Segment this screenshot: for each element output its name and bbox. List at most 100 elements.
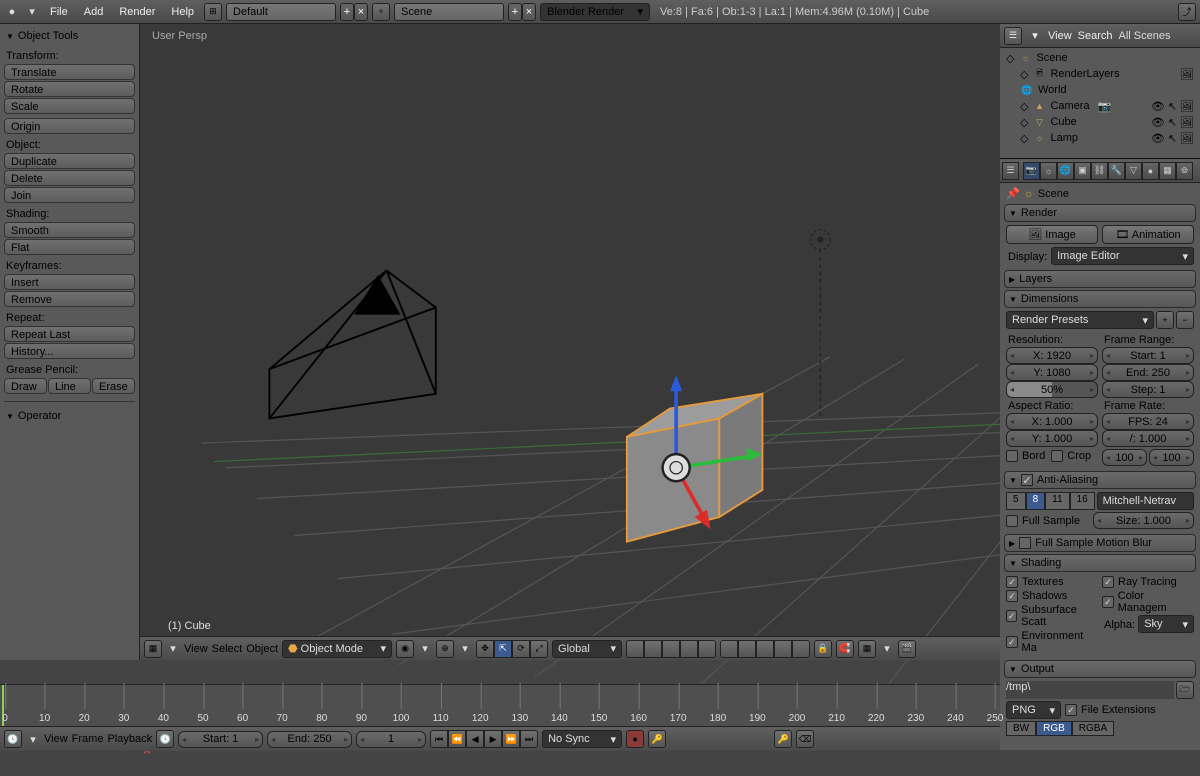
- flat-button[interactable]: Flat: [4, 239, 135, 255]
- render-image-button[interactable]: 🖼 Image: [1006, 225, 1098, 244]
- output-format-select[interactable]: PNG▾: [1006, 701, 1061, 719]
- layer-button[interactable]: [720, 640, 738, 658]
- textures-checkbox[interactable]: ✓Textures: [1006, 575, 1098, 589]
- layer-buttons-2[interactable]: [720, 640, 810, 658]
- outliner-lamp[interactable]: ◇☼Lamp👁↖🖼: [1006, 130, 1194, 146]
- blender-icon[interactable]: ●: [4, 4, 20, 20]
- origin-button[interactable]: Origin: [4, 118, 135, 134]
- preset-remove-button[interactable]: −: [1176, 311, 1194, 329]
- back-to-previous-icon[interactable]: ⤴: [1178, 3, 1196, 21]
- chevron-down-icon[interactable]: ▾: [880, 642, 894, 655]
- menu-help[interactable]: Help: [165, 4, 200, 20]
- crop-checkbox[interactable]: Crop: [1051, 449, 1091, 463]
- sss-checkbox[interactable]: ✓Subsurface Scatt: [1006, 603, 1098, 629]
- file-browser-icon[interactable]: 🗁: [1176, 681, 1194, 699]
- insert-keyframe-icon[interactable]: 🔑: [774, 730, 792, 748]
- object-tools-panel-header[interactable]: Object Tools: [4, 28, 135, 46]
- layer-buttons-1[interactable]: [626, 640, 716, 658]
- frame-end-field[interactable]: End: 250: [1102, 364, 1194, 381]
- shadows-checkbox[interactable]: ✓Shadows: [1006, 589, 1098, 603]
- timeline-menu-frame[interactable]: Frame: [72, 733, 104, 745]
- aa-filter-select[interactable]: Mitchell-Netrav: [1097, 492, 1194, 510]
- rgba-mode[interactable]: RGBA: [1072, 721, 1114, 736]
- manipulator-toggle-group[interactable]: ✥ ⇱ ⟳ ⤢: [476, 640, 548, 658]
- operator-panel-header[interactable]: Operator: [4, 408, 135, 426]
- duplicate-button[interactable]: Duplicate: [4, 153, 135, 169]
- outliner-filter-select[interactable]: All Scenes: [1119, 30, 1196, 42]
- viewport-shading-icon[interactable]: ◉: [396, 640, 414, 658]
- repeat-last-button[interactable]: Repeat Last: [4, 326, 135, 342]
- eye-icon[interactable]: 👁: [1151, 132, 1165, 145]
- layer-button[interactable]: [738, 640, 756, 658]
- lock-camera-icon[interactable]: 🔒: [814, 640, 832, 658]
- full-sample-checkbox[interactable]: Full Sample: [1006, 512, 1089, 529]
- alpha-mode-select[interactable]: Sky▾: [1138, 615, 1194, 633]
- color-management-checkbox[interactable]: ✓Color Managem: [1102, 589, 1194, 615]
- pivot-icon[interactable]: ⊕: [436, 640, 454, 658]
- plus-icon[interactable]: +: [508, 3, 522, 21]
- layer-button[interactable]: [680, 640, 698, 658]
- aa-panel-header[interactable]: ✓Anti-Aliasing: [1004, 471, 1196, 489]
- layer-button[interactable]: [626, 640, 644, 658]
- eye-icon[interactable]: 👁: [1151, 116, 1165, 129]
- timeline-end-field[interactable]: End: 250: [267, 731, 352, 748]
- vp-menu-object[interactable]: Object: [246, 643, 278, 655]
- render-animation-button[interactable]: 🎞 Animation: [1102, 225, 1194, 244]
- render-icon[interactable]: 🖼: [1180, 132, 1194, 145]
- tab-texture[interactable]: ▦: [1159, 162, 1176, 180]
- motion-blur-panel-header[interactable]: Full Sample Motion Blur: [1004, 534, 1196, 552]
- aa-size-field[interactable]: Size: 1.000: [1093, 512, 1194, 529]
- time-new-field[interactable]: 100: [1149, 449, 1194, 466]
- outliner-renderlayers[interactable]: ◇🖻RenderLayers🖼: [1006, 66, 1194, 82]
- output-path-field[interactable]: /tmp\: [1006, 681, 1174, 699]
- layer-button[interactable]: [756, 640, 774, 658]
- mode-select[interactable]: ⬣Object Mode▾: [282, 640, 392, 658]
- chevron-down-icon[interactable]: ▾: [458, 642, 472, 655]
- tab-world[interactable]: 🌐: [1057, 162, 1074, 180]
- use-preview-range-icon[interactable]: 🕓: [156, 730, 174, 748]
- editor-type-icon[interactable]: ☰: [1002, 162, 1019, 180]
- aa-5[interactable]: 5: [1006, 492, 1026, 510]
- tab-material[interactable]: ●: [1142, 162, 1159, 180]
- preset-add-button[interactable]: +: [1156, 311, 1174, 329]
- smooth-button[interactable]: Smooth: [4, 222, 135, 238]
- outliner-cube[interactable]: ◇▽Cube▽👁↖🖼: [1006, 114, 1194, 130]
- aa-samples-segments[interactable]: 5 8 11 16: [1006, 492, 1095, 510]
- timeline-current-field[interactable]: 1: [356, 731, 426, 748]
- snap-icon[interactable]: 🧲: [836, 640, 854, 658]
- fps-base-field[interactable]: /: 1.000: [1102, 430, 1194, 447]
- editor-type-icon[interactable]: 🕓: [4, 730, 22, 748]
- gpencil-draw-button[interactable]: Draw: [4, 378, 47, 394]
- aspect-y-field[interactable]: Y: 1.000: [1006, 430, 1098, 447]
- layer-button[interactable]: [792, 640, 810, 658]
- play-reverse-icon[interactable]: ◀: [466, 730, 484, 748]
- chevron-down-icon[interactable]: ▾: [418, 642, 432, 655]
- menu-render[interactable]: Render: [113, 4, 161, 20]
- window-toggle-icon[interactable]: ⊞: [204, 3, 222, 21]
- chevron-down-icon[interactable]: ▾: [26, 733, 40, 746]
- cursor-icon[interactable]: ↖: [1168, 100, 1177, 113]
- render-engine-select[interactable]: Blender Render▾: [540, 3, 650, 21]
- pin-icon[interactable]: 📌: [1006, 187, 1020, 200]
- layer-button[interactable]: [774, 640, 792, 658]
- color-mode-segments[interactable]: BW RGB RGBA: [1006, 721, 1194, 736]
- sync-mode-select[interactable]: No Sync▾: [542, 730, 622, 748]
- history-button[interactable]: History...: [4, 343, 135, 359]
- cursor-icon[interactable]: ↖: [1168, 116, 1177, 129]
- outliner-scene[interactable]: ◇☼Scene: [1006, 50, 1194, 66]
- border-checkbox[interactable]: Bord: [1006, 449, 1045, 463]
- scene-browse-icon[interactable]: ⚬: [372, 3, 390, 21]
- scale-button[interactable]: Scale: [4, 98, 135, 114]
- render-preview-icon[interactable]: 🎬: [898, 640, 916, 658]
- delete-button[interactable]: Delete: [4, 170, 135, 186]
- aa-16[interactable]: 16: [1070, 492, 1095, 510]
- tab-constraints[interactable]: ⛓: [1091, 162, 1108, 180]
- scene-field[interactable]: Scene: [394, 3, 504, 21]
- keyframe-prev-icon[interactable]: ⏪: [448, 730, 466, 748]
- tab-scene[interactable]: ☼: [1040, 162, 1057, 180]
- outliner-menu-view[interactable]: View: [1048, 30, 1072, 42]
- timeline-menu-view[interactable]: View: [44, 733, 68, 745]
- jump-end-icon[interactable]: ⏭: [520, 730, 538, 748]
- snap-type-icon[interactable]: ▦: [858, 640, 876, 658]
- play-icon[interactable]: ▶: [484, 730, 502, 748]
